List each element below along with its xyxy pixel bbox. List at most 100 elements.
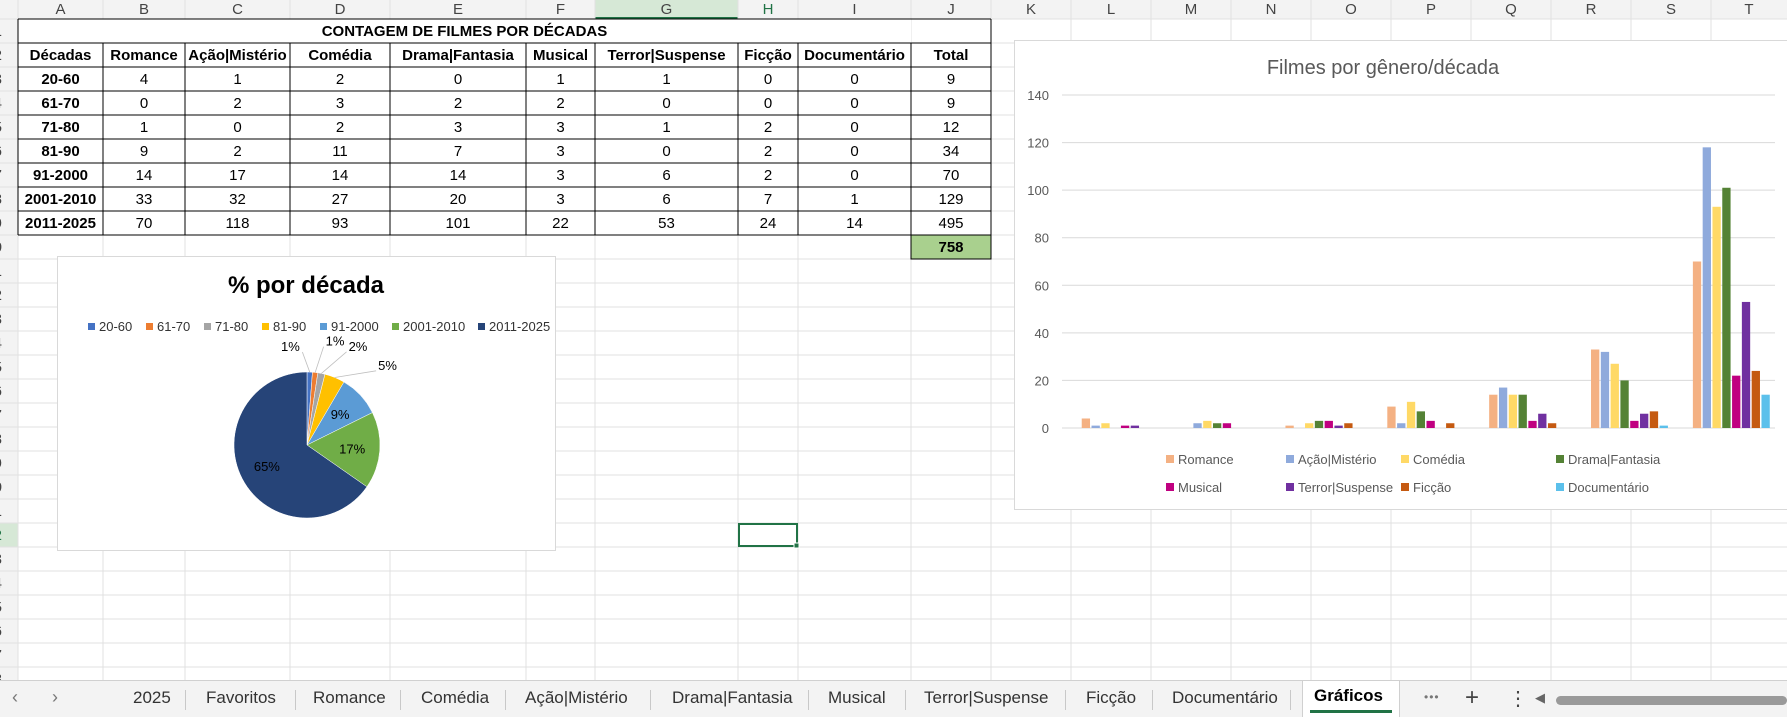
count-cell[interactable]: 34 — [943, 143, 960, 160]
count-cell[interactable]: 495 — [938, 215, 963, 232]
scroll-left-icon[interactable]: ◀ — [1535, 690, 1545, 706]
row-header-26[interactable]: 6 — [0, 623, 2, 640]
row-header-21[interactable]: 1 — [0, 503, 2, 520]
count-cell[interactable]: 2 — [336, 71, 344, 88]
row-header-24[interactable]: 4 — [0, 575, 2, 592]
count-cell[interactable]: 14 — [136, 167, 153, 184]
count-cell[interactable]: 3 — [556, 143, 564, 160]
count-cell[interactable]: 0 — [454, 71, 462, 88]
count-cell[interactable]: 14 — [332, 167, 349, 184]
bar-chart[interactable]: Filmes por gênero/década 0 20 40 60 80 100 120 1… — [1014, 40, 1787, 510]
column-header-f[interactable]: F — [556, 1, 565, 18]
grand-total-value[interactable]: 758 — [938, 239, 963, 256]
sheet-tab-a-o-mist-rio[interactable]: Ação|Mistério — [525, 688, 628, 708]
count-cell[interactable]: 1 — [662, 119, 670, 136]
count-cell[interactable]: 93 — [332, 215, 349, 232]
count-cell[interactable]: 14 — [846, 215, 863, 232]
sheet-tab-fic-o[interactable]: Ficção — [1086, 688, 1136, 708]
row-header-25[interactable]: 5 — [0, 599, 2, 616]
count-cell[interactable]: 3 — [556, 167, 564, 184]
row-header-23[interactable]: 3 — [0, 551, 2, 568]
column-header-j[interactable]: J — [947, 1, 955, 18]
decade-cell[interactable]: 2011-2025 — [25, 215, 96, 232]
count-cell[interactable]: 118 — [226, 215, 250, 232]
count-cell[interactable]: 1 — [556, 71, 564, 88]
sheet-tab-com-dia[interactable]: Comédia — [421, 688, 489, 708]
decade-cell[interactable]: 91-2000 — [33, 167, 88, 184]
count-cell[interactable]: 9 — [947, 71, 955, 88]
table-title[interactable]: CONTAGEM DE FILMES POR DÉCADAS — [322, 23, 608, 40]
sheet-tab-musical[interactable]: Musical — [828, 688, 886, 708]
table-header-cell[interactable]: Total — [934, 47, 969, 64]
table-header-cell[interactable]: Décadas — [30, 47, 92, 64]
row-header-3[interactable]: 3 — [0, 71, 2, 88]
count-cell[interactable]: 0 — [140, 95, 148, 112]
count-cell[interactable]: 17 — [229, 167, 246, 184]
count-cell[interactable]: 0 — [233, 119, 241, 136]
count-cell[interactable]: 2 — [764, 143, 772, 160]
column-header-g[interactable]: G — [661, 1, 673, 18]
count-cell[interactable]: 3 — [556, 119, 564, 136]
row-header-11[interactable]: 1 — [0, 263, 2, 280]
row-header-9[interactable]: 9 — [0, 215, 2, 232]
count-cell[interactable]: 0 — [662, 95, 670, 112]
count-cell[interactable]: 0 — [850, 95, 858, 112]
count-cell[interactable]: 70 — [136, 215, 153, 232]
count-cell[interactable]: 3 — [556, 191, 564, 208]
decade-cell[interactable]: 81-90 — [41, 143, 79, 160]
count-cell[interactable]: 6 — [662, 167, 670, 184]
count-cell[interactable]: 24 — [760, 215, 777, 232]
count-cell[interactable]: 0 — [764, 95, 772, 112]
row-header-27[interactable]: 7 — [0, 647, 2, 664]
column-header-a[interactable]: A — [55, 1, 65, 18]
table-header-cell[interactable]: Ficção — [744, 47, 792, 64]
column-header-c[interactable]: C — [232, 1, 243, 18]
count-cell[interactable]: 0 — [764, 71, 772, 88]
column-header-n[interactable]: N — [1266, 1, 1277, 18]
column-header-o[interactable]: O — [1345, 1, 1357, 18]
add-sheet-icon[interactable]: + — [1465, 684, 1479, 712]
row-header-19[interactable]: 9 — [0, 455, 2, 472]
count-cell[interactable]: 22 — [552, 215, 569, 232]
count-cell[interactable]: 2 — [233, 95, 241, 112]
row-header-20[interactable]: 0 — [0, 479, 2, 496]
sheet-tab-favoritos[interactable]: Favoritos — [206, 688, 276, 708]
fill-handle[interactable] — [793, 542, 800, 549]
decade-cell[interactable]: 61-70 — [41, 95, 79, 112]
count-cell[interactable]: 14 — [450, 167, 467, 184]
count-cell[interactable]: 0 — [850, 143, 858, 160]
count-cell[interactable]: 1 — [233, 71, 241, 88]
column-header-e[interactable]: E — [453, 1, 463, 18]
row-header-22[interactable]: 2 — [0, 527, 2, 544]
count-cell[interactable]: 2 — [336, 119, 344, 136]
decade-cell[interactable]: 20-60 — [41, 71, 79, 88]
column-header-s[interactable]: S — [1666, 1, 1676, 18]
count-cell[interactable]: 3 — [336, 95, 344, 112]
column-header-b[interactable]: B — [139, 1, 149, 18]
column-header-k[interactable]: K — [1026, 1, 1036, 18]
row-header-2[interactable]: 2 — [0, 47, 2, 64]
count-cell[interactable]: 2 — [233, 143, 241, 160]
count-cell[interactable]: 2 — [454, 95, 462, 112]
count-cell[interactable]: 20 — [450, 191, 467, 208]
column-header-d[interactable]: D — [335, 1, 346, 18]
count-cell[interactable]: 33 — [136, 191, 153, 208]
count-cell[interactable]: 0 — [850, 119, 858, 136]
count-cell[interactable]: 32 — [229, 191, 246, 208]
count-cell[interactable]: 2 — [764, 119, 772, 136]
row-header-5[interactable]: 5 — [0, 119, 2, 136]
row-header-1[interactable]: 1 — [0, 23, 2, 40]
sheet-tab-drama-fantasia[interactable]: Drama|Fantasia — [672, 688, 793, 708]
more-sheets-icon[interactable]: ••• — [1424, 690, 1440, 704]
count-cell[interactable]: 0 — [850, 167, 858, 184]
row-header-12[interactable]: 2 — [0, 287, 2, 304]
prev-sheet-icon[interactable]: ‹ — [12, 687, 18, 708]
count-cell[interactable]: 101 — [445, 215, 470, 232]
row-header-8[interactable]: 8 — [0, 191, 2, 208]
row-header-18[interactable]: 8 — [0, 431, 2, 448]
count-cell[interactable]: 4 — [140, 71, 148, 88]
column-header-r[interactable]: R — [1586, 1, 1597, 18]
row-header-10[interactable]: 0 — [0, 239, 2, 256]
count-cell[interactable]: 0 — [662, 143, 670, 160]
row-header-6[interactable]: 6 — [0, 143, 2, 160]
